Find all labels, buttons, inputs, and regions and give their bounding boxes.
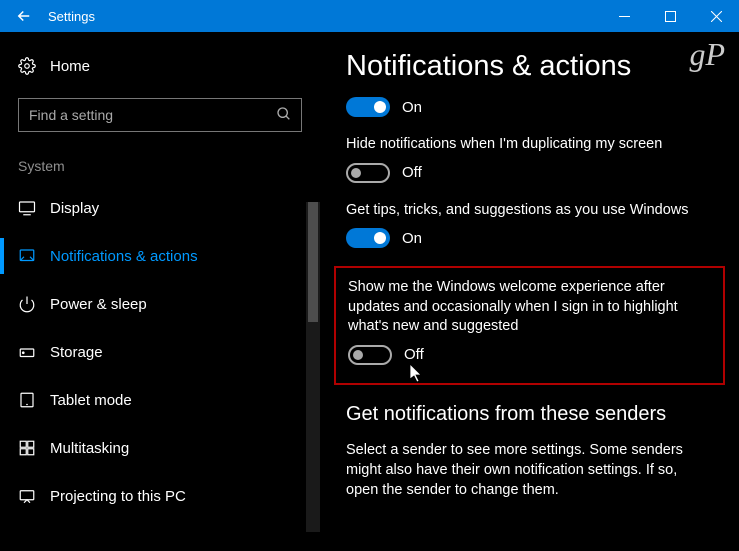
gear-icon xyxy=(18,57,36,75)
tablet-icon xyxy=(18,391,36,409)
storage-icon xyxy=(18,343,36,361)
setting-label: Show me the Windows welcome experience a… xyxy=(348,278,711,337)
power-icon xyxy=(18,295,36,313)
search-icon xyxy=(276,106,292,122)
projecting-icon xyxy=(18,487,36,505)
setting-welcome-experience: Show me the Windows welcome experience a… xyxy=(348,278,711,365)
setting-label: Get tips, tricks, and suggestions as you… xyxy=(346,201,713,221)
multitasking-icon xyxy=(18,439,36,457)
category-label: System xyxy=(0,152,320,184)
highlight-box: Show me the Windows welcome experience a… xyxy=(334,266,725,385)
sidebar-item-label: Display xyxy=(50,200,99,217)
close-button[interactable] xyxy=(693,0,739,32)
setting-label: Hide notifications when I'm duplicating … xyxy=(346,135,713,155)
sidebar-item-label: Multitasking xyxy=(50,440,129,457)
scrollbar-thumb[interactable] xyxy=(308,202,318,322)
sidebar-item-label: Projecting to this PC xyxy=(50,488,186,505)
window-title: Settings xyxy=(48,9,601,24)
sidebar-item-power[interactable]: Power & sleep xyxy=(0,280,320,328)
close-icon xyxy=(711,11,722,22)
toggle-switch[interactable] xyxy=(346,228,390,248)
senders-body: Select a sender to see more settings. So… xyxy=(346,440,713,501)
sidebar-item-label: Tablet mode xyxy=(50,392,132,409)
toggle-state: Off xyxy=(404,346,424,363)
sidebar-scrollbar[interactable] xyxy=(306,202,320,532)
sidebar-item-projecting[interactable]: Projecting to this PC xyxy=(0,472,320,520)
back-button[interactable] xyxy=(0,0,48,32)
minimize-button[interactable] xyxy=(601,0,647,32)
home-button[interactable]: Home xyxy=(0,44,320,88)
maximize-button[interactable] xyxy=(647,0,693,32)
cursor-icon xyxy=(410,364,424,384)
toggle-switch[interactable] xyxy=(346,163,390,183)
home-label: Home xyxy=(50,58,90,75)
sidebar-item-multitasking[interactable]: Multitasking xyxy=(0,424,320,472)
senders-heading: Get notifications from these senders xyxy=(346,403,713,426)
display-icon xyxy=(18,199,36,217)
setting-toggle-0: On xyxy=(346,97,713,117)
toggle-state: On xyxy=(402,230,422,247)
sidebar-item-label: Power & sleep xyxy=(50,296,147,313)
sidebar-item-notifications[interactable]: Notifications & actions xyxy=(0,232,320,280)
page-title: Notifications & actions xyxy=(346,50,713,83)
titlebar: Settings xyxy=(0,0,739,32)
toggle-switch[interactable] xyxy=(346,97,390,117)
maximize-icon xyxy=(665,11,676,22)
notifications-icon xyxy=(18,247,36,265)
sidebar-item-label: Notifications & actions xyxy=(50,248,198,265)
arrow-left-icon xyxy=(15,7,33,25)
setting-hide-notifications: Hide notifications when I'm duplicating … xyxy=(346,135,713,183)
search-input[interactable] xyxy=(18,98,302,132)
toggle-state: On xyxy=(402,99,422,116)
sidebar-item-tablet[interactable]: Tablet mode xyxy=(0,376,320,424)
sidebar-item-label: Storage xyxy=(50,344,103,361)
toggle-state: Off xyxy=(402,164,422,181)
sidebar-item-display[interactable]: Display xyxy=(0,184,320,232)
content-area: Notifications & actions On Hide notifica… xyxy=(320,32,739,551)
minimize-icon xyxy=(619,11,630,22)
sidebar-item-storage[interactable]: Storage xyxy=(0,328,320,376)
toggle-switch[interactable] xyxy=(348,345,392,365)
setting-tips: Get tips, tricks, and suggestions as you… xyxy=(346,201,713,249)
sidebar: Home System Display Notifications & acti… xyxy=(0,32,320,551)
